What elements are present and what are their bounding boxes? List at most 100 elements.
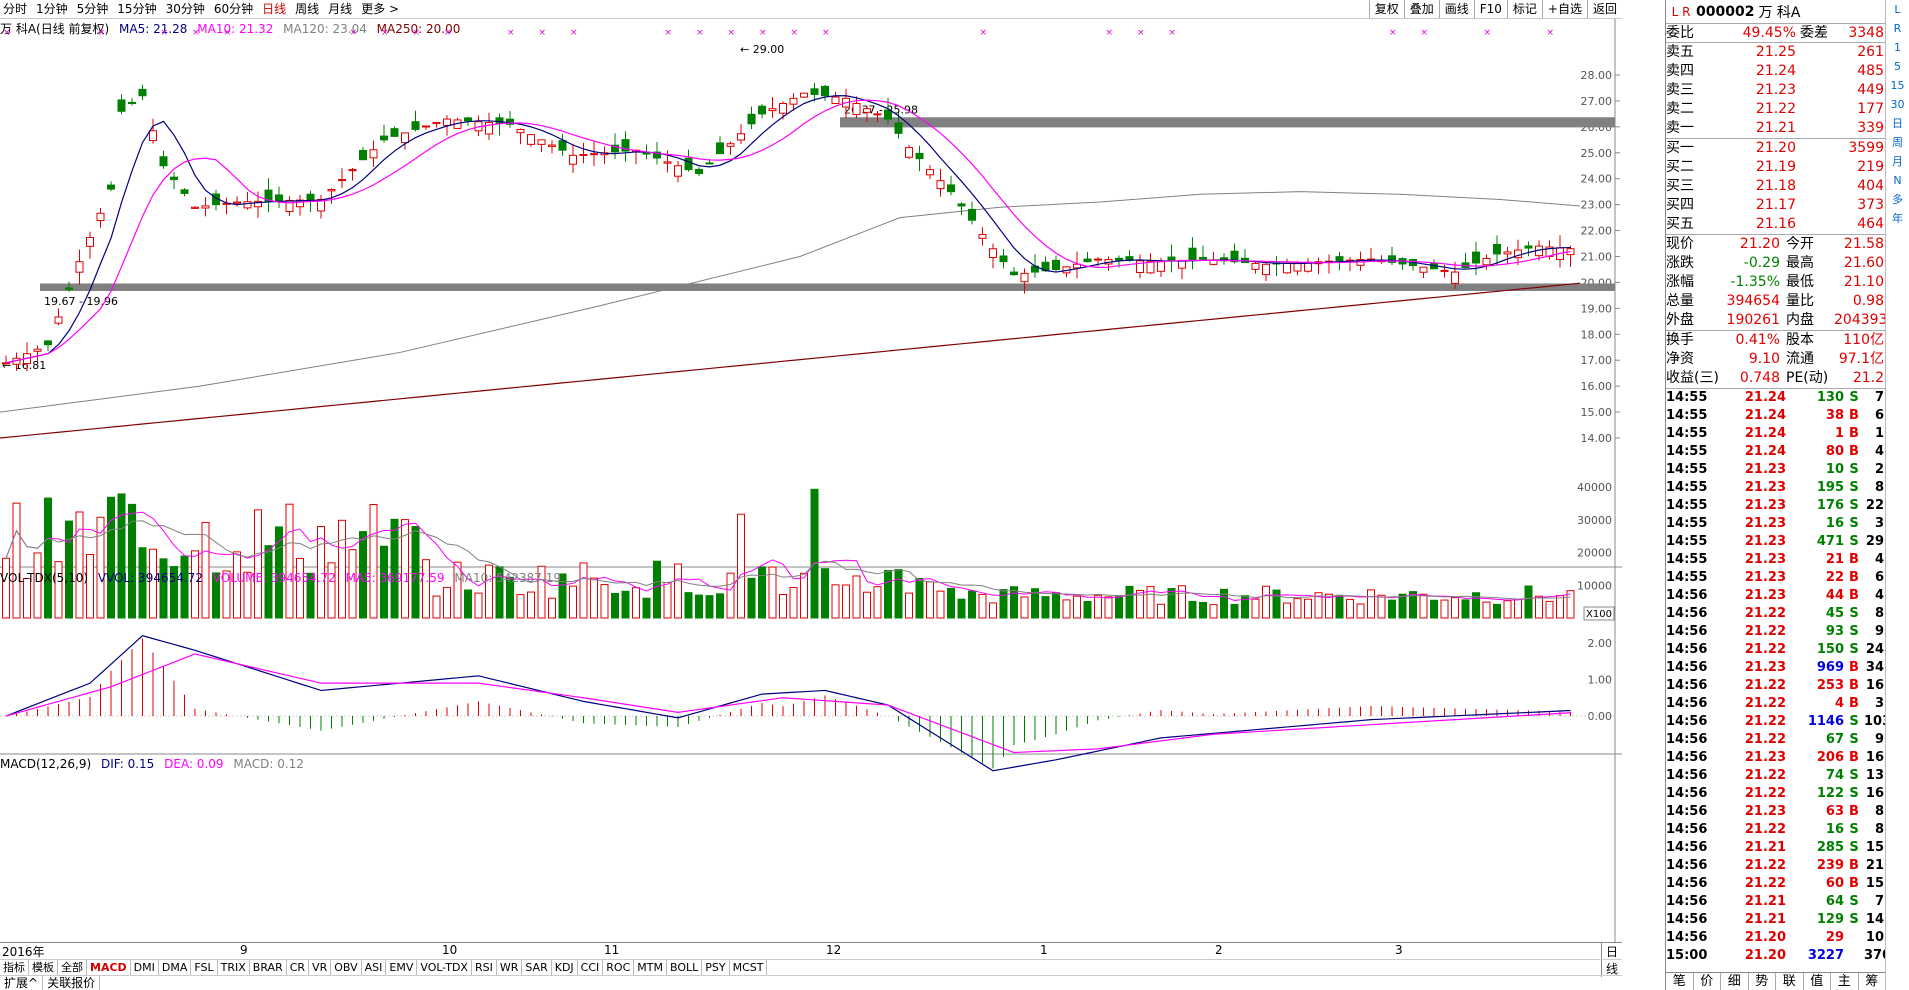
volume-bar — [800, 572, 808, 619]
indicator-tab-1[interactable]: 模板 — [29, 960, 58, 975]
volume-bar — [1230, 603, 1239, 619]
toolbar: 分时 1分钟 5分钟 15分钟 30分钟 60分钟 日线 周线 月线 更多 > 复权 叠加 画线 F10… — [0, 0, 1622, 19]
candle-body — [705, 162, 714, 165]
price-tick-label: 15.00 — [1581, 406, 1613, 419]
candle-body — [1083, 258, 1092, 263]
panel-tab-4[interactable]: 联 — [1776, 973, 1804, 990]
indicator-tab-19[interactable]: CCI — [578, 960, 604, 975]
indicator-tab-5[interactable]: DMA — [159, 960, 192, 975]
toolbar-button-6[interactable]: 返回 — [1586, 0, 1622, 18]
side-strip-item[interactable]: R — [1886, 19, 1909, 38]
indicator-tab-11[interactable]: OBV — [331, 960, 362, 975]
toolbar-buttons: 复权 叠加 画线 F10 标记 +自选 返回 — [1368, 0, 1622, 18]
toolbar-button-4[interactable]: 标记 — [1506, 0, 1542, 18]
indicator-tab-0[interactable]: 指标 — [0, 960, 29, 975]
candle-body — [905, 147, 913, 158]
indicator-tab-13[interactable]: EMV — [386, 960, 418, 975]
candle-body — [33, 348, 42, 352]
volume-bar — [1283, 602, 1291, 619]
indicator-tab-10[interactable]: VR — [309, 960, 332, 975]
side-strip-item[interactable]: 年 — [1886, 209, 1909, 228]
side-strip-item[interactable]: 1 — [1886, 38, 1909, 57]
period-tab-0[interactable]: 分时 — [0, 1, 33, 17]
vol-tick-label: 30000 — [1577, 514, 1612, 527]
event-marker: × — [413, 28, 421, 38]
volume-bar — [1157, 603, 1165, 619]
panel-tab-0[interactable]: 笔 — [1666, 973, 1694, 990]
panel-tab-7[interactable]: 筹 — [1859, 973, 1886, 990]
kline-chart[interactable]: 28.0027.0026.0025.0024.0023.0022.0021.00… — [0, 19, 1622, 942]
indicator-tab-2[interactable]: 全部 — [58, 960, 87, 975]
side-strip-item[interactable]: 日 — [1886, 114, 1909, 133]
candle-body — [569, 154, 577, 165]
tick-row: 14:55 21.23 22 B 6 — [1666, 570, 1884, 585]
volume-bar — [180, 555, 189, 619]
side-strip-item[interactable]: 5 — [1886, 57, 1909, 76]
stat-row: 涨幅 -1.35% 最低 21.10 — [1666, 274, 1884, 290]
toolbar-button-0[interactable]: 复权 — [1368, 0, 1404, 18]
period-tab-2[interactable]: 5分钟 — [74, 1, 115, 17]
volume-bar — [716, 593, 724, 619]
side-strip-item[interactable]: 多 — [1886, 190, 1909, 209]
panel-tab-1[interactable]: 价 — [1694, 973, 1721, 990]
toolbar-button-2[interactable]: 画线 — [1438, 0, 1474, 18]
indicator-tab-18[interactable]: KDJ — [552, 960, 578, 975]
indicator-tab-14[interactable]: VOL-TDX — [417, 960, 472, 975]
indicator-tab-9[interactable]: CR — [287, 960, 310, 975]
indicator-tab-6[interactable]: FSL — [191, 960, 218, 975]
indicator-tab-24[interactable]: MCST — [730, 960, 768, 975]
indicator-tab-4[interactable]: DMI — [131, 960, 159, 975]
indicator-tab-16[interactable]: WR — [497, 960, 523, 975]
indicator-tab-7[interactable]: TRIX — [218, 960, 250, 975]
volume-bar — [653, 560, 661, 619]
volume-bar — [1251, 598, 1260, 619]
indicator-tab-22[interactable]: BOLL — [667, 960, 703, 975]
period-tab-7[interactable]: 周线 — [292, 1, 325, 17]
toolbar-button-3[interactable]: F10 — [1473, 0, 1507, 18]
side-strip-item[interactable]: N — [1886, 171, 1909, 190]
toolbar-button-5[interactable]: +自选 — [1541, 0, 1587, 18]
side-strip-item[interactable]: 15 — [1886, 76, 1909, 95]
indicator-tab-23[interactable]: PSY — [702, 960, 730, 975]
panel-tab-3[interactable]: 势 — [1749, 973, 1776, 990]
indicator-tab-21[interactable]: MTM — [634, 960, 667, 975]
panel-tab-6[interactable]: 主 — [1831, 973, 1859, 990]
panel-tab-2[interactable]: 细 — [1721, 973, 1749, 990]
side-strip-item[interactable]: 月 — [1886, 152, 1909, 171]
toolbar-button-1[interactable]: 叠加 — [1403, 0, 1439, 18]
volume-bar — [831, 584, 840, 619]
period-tab-5[interactable]: 60分钟 — [211, 1, 259, 17]
price-tick-label: 22.00 — [1581, 225, 1613, 238]
candle-body — [1503, 251, 1512, 255]
candle-body — [936, 180, 945, 190]
event-marker: × — [98, 28, 106, 38]
indicator-tab-15[interactable]: RSI — [472, 960, 497, 975]
volume-bar — [1430, 599, 1438, 619]
price-tick-label: 14.00 — [1581, 432, 1613, 445]
side-strip-item[interactable]: 30 — [1886, 95, 1909, 114]
indicator-tab-20[interactable]: ROC — [603, 960, 635, 975]
panel-tab-5[interactable]: 值 — [1804, 973, 1831, 990]
side-strip-item[interactable]: 周 — [1886, 133, 1909, 152]
candle-body — [306, 193, 315, 201]
period-tab-8[interactable]: 月线 — [325, 1, 358, 17]
period-tab-6[interactable]: 日线 — [259, 1, 292, 17]
period-tab-1[interactable]: 1分钟 — [33, 1, 74, 17]
volume-bar — [1388, 599, 1396, 619]
period-tab-3[interactable]: 15分钟 — [114, 1, 162, 17]
lr-icon[interactable]: L R — [1666, 5, 1696, 19]
tick-list[interactable]: 14:55 21.24 130 S 7 14:55 21.24 38 B 6 14:55 21.24 1… — [1666, 389, 1891, 965]
indicator-tab-17[interactable]: SAR — [522, 960, 552, 975]
bottom-link-1[interactable]: 关联报价 — [43, 976, 101, 990]
price-tick-label: 27.00 — [1581, 95, 1613, 108]
volume-bar — [33, 552, 42, 619]
period-tab-9[interactable]: 更多 > — [358, 1, 405, 17]
tick-row: 14:56 21.22 4 B 3 — [1666, 696, 1884, 711]
indicator-tab-3[interactable]: MACD — [87, 960, 131, 975]
volume-bar — [894, 568, 903, 619]
bottom-link-0[interactable]: 扩展^ — [0, 976, 44, 990]
side-strip-item[interactable]: L — [1886, 0, 1909, 19]
indicator-tab-8[interactable]: BRAR — [250, 960, 287, 975]
period-tab-4[interactable]: 30分钟 — [163, 1, 211, 17]
indicator-tab-12[interactable]: ASI — [362, 960, 387, 975]
